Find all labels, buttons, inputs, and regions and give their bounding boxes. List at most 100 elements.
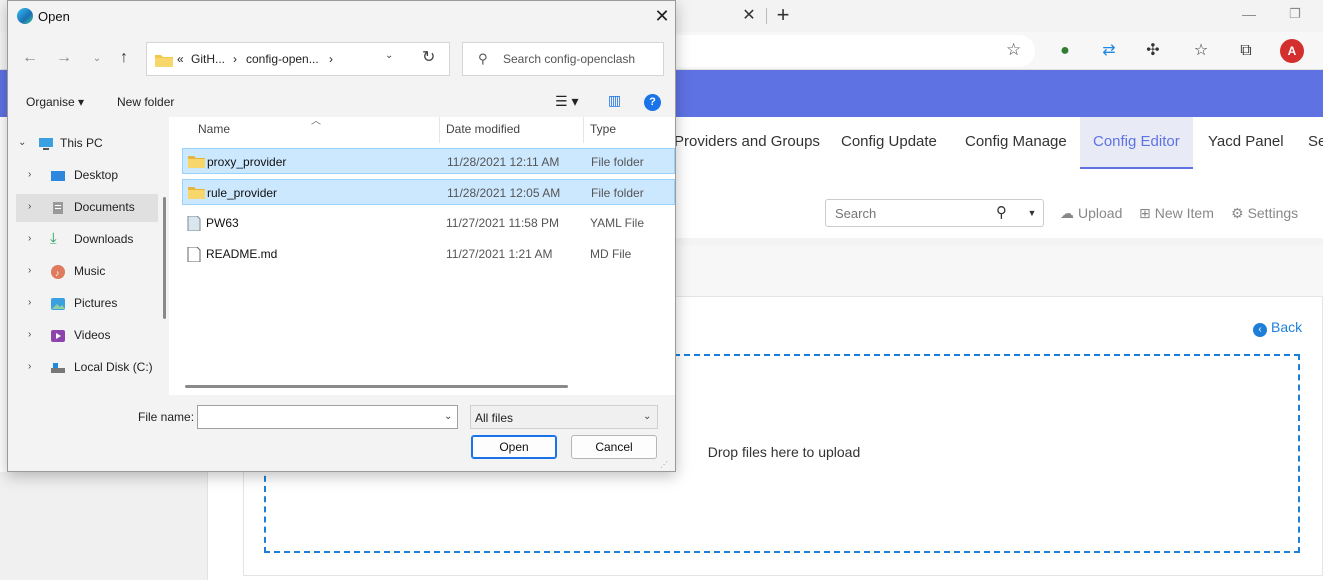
cancel-button[interactable]: Cancel [571,435,657,459]
minimize-window-button[interactable]: — [1242,6,1258,22]
chevron-right-icon[interactable]: › [28,361,31,372]
new-item-button[interactable]: ⊞ New Item [1139,205,1214,222]
chevron-down-icon[interactable]: ⌄ [444,411,452,422]
help-icon[interactable]: ? [644,94,661,111]
settings-button[interactable]: ⚙ Settings [1231,205,1298,222]
refresh-icon[interactable]: ↻ [422,47,435,67]
column-divider[interactable] [583,117,584,143]
file-date: 11/27/2021 11:58 PM [446,216,559,230]
up-arrow-icon[interactable]: ↑ [115,49,133,67]
resize-grip-icon[interactable]: ⋰ [660,460,668,469]
collections-icon[interactable]: ⧉ [1235,40,1257,62]
file-row-pw63[interactable]: PW63 11/27/2021 11:58 PM YAML File [182,210,675,236]
chevron-right-icon[interactable]: › [28,297,31,308]
back-arrow-icon[interactable]: ← [21,49,39,67]
chevron-right-icon[interactable]: › [28,201,31,212]
tab-config-update[interactable]: Config Update [841,117,937,169]
open-button[interactable]: Open [471,435,557,459]
breadcrumb-separator[interactable]: › [233,52,237,66]
column-header-date-modified[interactable]: Date modified [446,122,520,136]
file-name: proxy_provider [207,155,287,169]
md-file-icon [187,247,201,262]
tab-providers-and-groups[interactable]: Providers and Groups [674,117,820,169]
organise-button[interactable]: Organise ▾ [26,95,84,109]
tree-item-local-disk-c[interactable]: › Local Disk (C:) [16,354,158,382]
file-list-scrollbar[interactable] [185,385,568,388]
breadcrumb-github[interactable]: GitH... [191,52,225,66]
file-row-rule-provider[interactable]: rule_provider 11/28/2021 12:05 AM File f… [182,179,675,205]
tab-config-editor[interactable]: Config Editor [1080,117,1193,169]
breadcrumb-config-openclash[interactable]: config-open... [246,52,319,66]
tree-item-pictures[interactable]: › Pictures [16,290,158,318]
navigation-pane: ⌄ This PC › Desktop › Documents › ⤓ Down… [16,118,162,396]
chevron-down-icon[interactable]: ⌄ [18,137,26,148]
edge-logo-icon [17,8,33,24]
close-icon[interactable]: ✕ [653,6,671,26]
favorites-icon[interactable]: ☆ [1190,40,1212,62]
search-field[interactable] [825,199,1022,227]
breadcrumb-overflow[interactable]: « [177,52,184,66]
tree-item-videos[interactable]: › Videos [16,322,158,350]
file-row-readme[interactable]: README.md 11/27/2021 1:21 AM MD File [182,241,675,267]
column-divider[interactable] [439,117,440,143]
music-icon: ♪ [51,265,65,279]
file-name-combobox[interactable]: ⌄ [197,405,458,429]
tree-item-downloads[interactable]: › ⤓ Downloads [16,226,158,254]
tree-item-label: This PC [60,136,103,150]
tree-item-documents[interactable]: › Documents [16,194,158,222]
pc-icon [39,138,53,150]
tab-config-manage[interactable]: Config Manage [965,117,1067,169]
file-name-input[interactable] [202,406,432,428]
yaml-file-icon [187,216,201,231]
upload-button[interactable]: ☁ Upload [1060,205,1122,222]
chevron-right-icon[interactable]: › [28,329,31,340]
file-type: MD File [590,247,632,261]
navigation-pane-scrollbar[interactable] [163,197,166,319]
file-row-proxy-provider[interactable]: proxy_provider 11/28/2021 12:11 AM File … [182,148,675,174]
search-icon: ⚲ [478,51,488,66]
tab-separator [766,8,767,24]
chevron-right-icon[interactable]: › [28,169,31,180]
new-folder-button[interactable]: New folder [117,95,174,109]
add-favorite-icon[interactable]: ☆ [1006,40,1021,60]
file-date: 11/27/2021 1:21 AM [446,247,553,261]
view-options-icon[interactable]: ☰ ▾ [555,93,578,110]
column-header-type[interactable]: Type [590,122,616,136]
folder-icon [188,187,205,199]
location-bar[interactable]: « GitH... › config-open... › [146,42,450,76]
close-tab-icon[interactable]: ✕ [741,6,757,26]
search-icon[interactable]: ⚲ [996,203,1007,221]
folder-search-field[interactable]: ⚲ Search config-openclash [462,42,664,76]
breadcrumb-separator[interactable]: › [329,52,333,66]
tab-settings-partial[interactable]: Se [1308,117,1323,169]
cloud-upload-icon: ☁ [1060,205,1074,221]
tree-item-this-pc[interactable]: ⌄ This PC [16,130,158,158]
globe-extension-icon[interactable]: ● [1054,40,1076,62]
tree-item-music[interactable]: › ♪ Music [16,258,158,286]
address-bar[interactable] [640,35,1035,67]
tree-item-label: Documents [74,200,135,214]
new-item-label: New Item [1154,205,1214,221]
column-header-name[interactable]: Name [198,122,230,136]
tab-yacd-panel[interactable]: Yacd Panel [1208,117,1284,169]
file-type-filter[interactable]: All files ⌄ [470,405,658,429]
chevron-down-icon[interactable]: ⌄ [385,50,393,61]
tree-item-desktop[interactable]: › Desktop [16,162,158,190]
search-input[interactable] [833,200,993,226]
pictures-icon [51,298,65,310]
chevron-right-icon[interactable]: › [28,265,31,276]
search-dropdown-button[interactable]: ▼ [1021,199,1044,227]
translate-extension-icon[interactable]: ⇄ [1098,40,1120,62]
tree-item-label: Pictures [74,296,118,310]
upload-label: Upload [1078,205,1123,221]
preview-pane-icon[interactable]: ▥ [608,92,621,109]
extensions-icon[interactable]: ✣ [1142,40,1164,62]
back-link[interactable]: ‹ Back [1253,319,1302,337]
recent-locations-chevron-icon[interactable]: ⌄ [88,53,106,64]
restore-window-button[interactable]: ❐ [1289,6,1305,22]
profile-avatar[interactable]: A [1280,39,1304,63]
new-tab-button[interactable]: + [773,4,793,28]
folder-search-placeholder: Search config-openclash [503,52,636,66]
forward-arrow-icon[interactable]: → [55,49,73,67]
chevron-right-icon[interactable]: › [28,233,31,244]
